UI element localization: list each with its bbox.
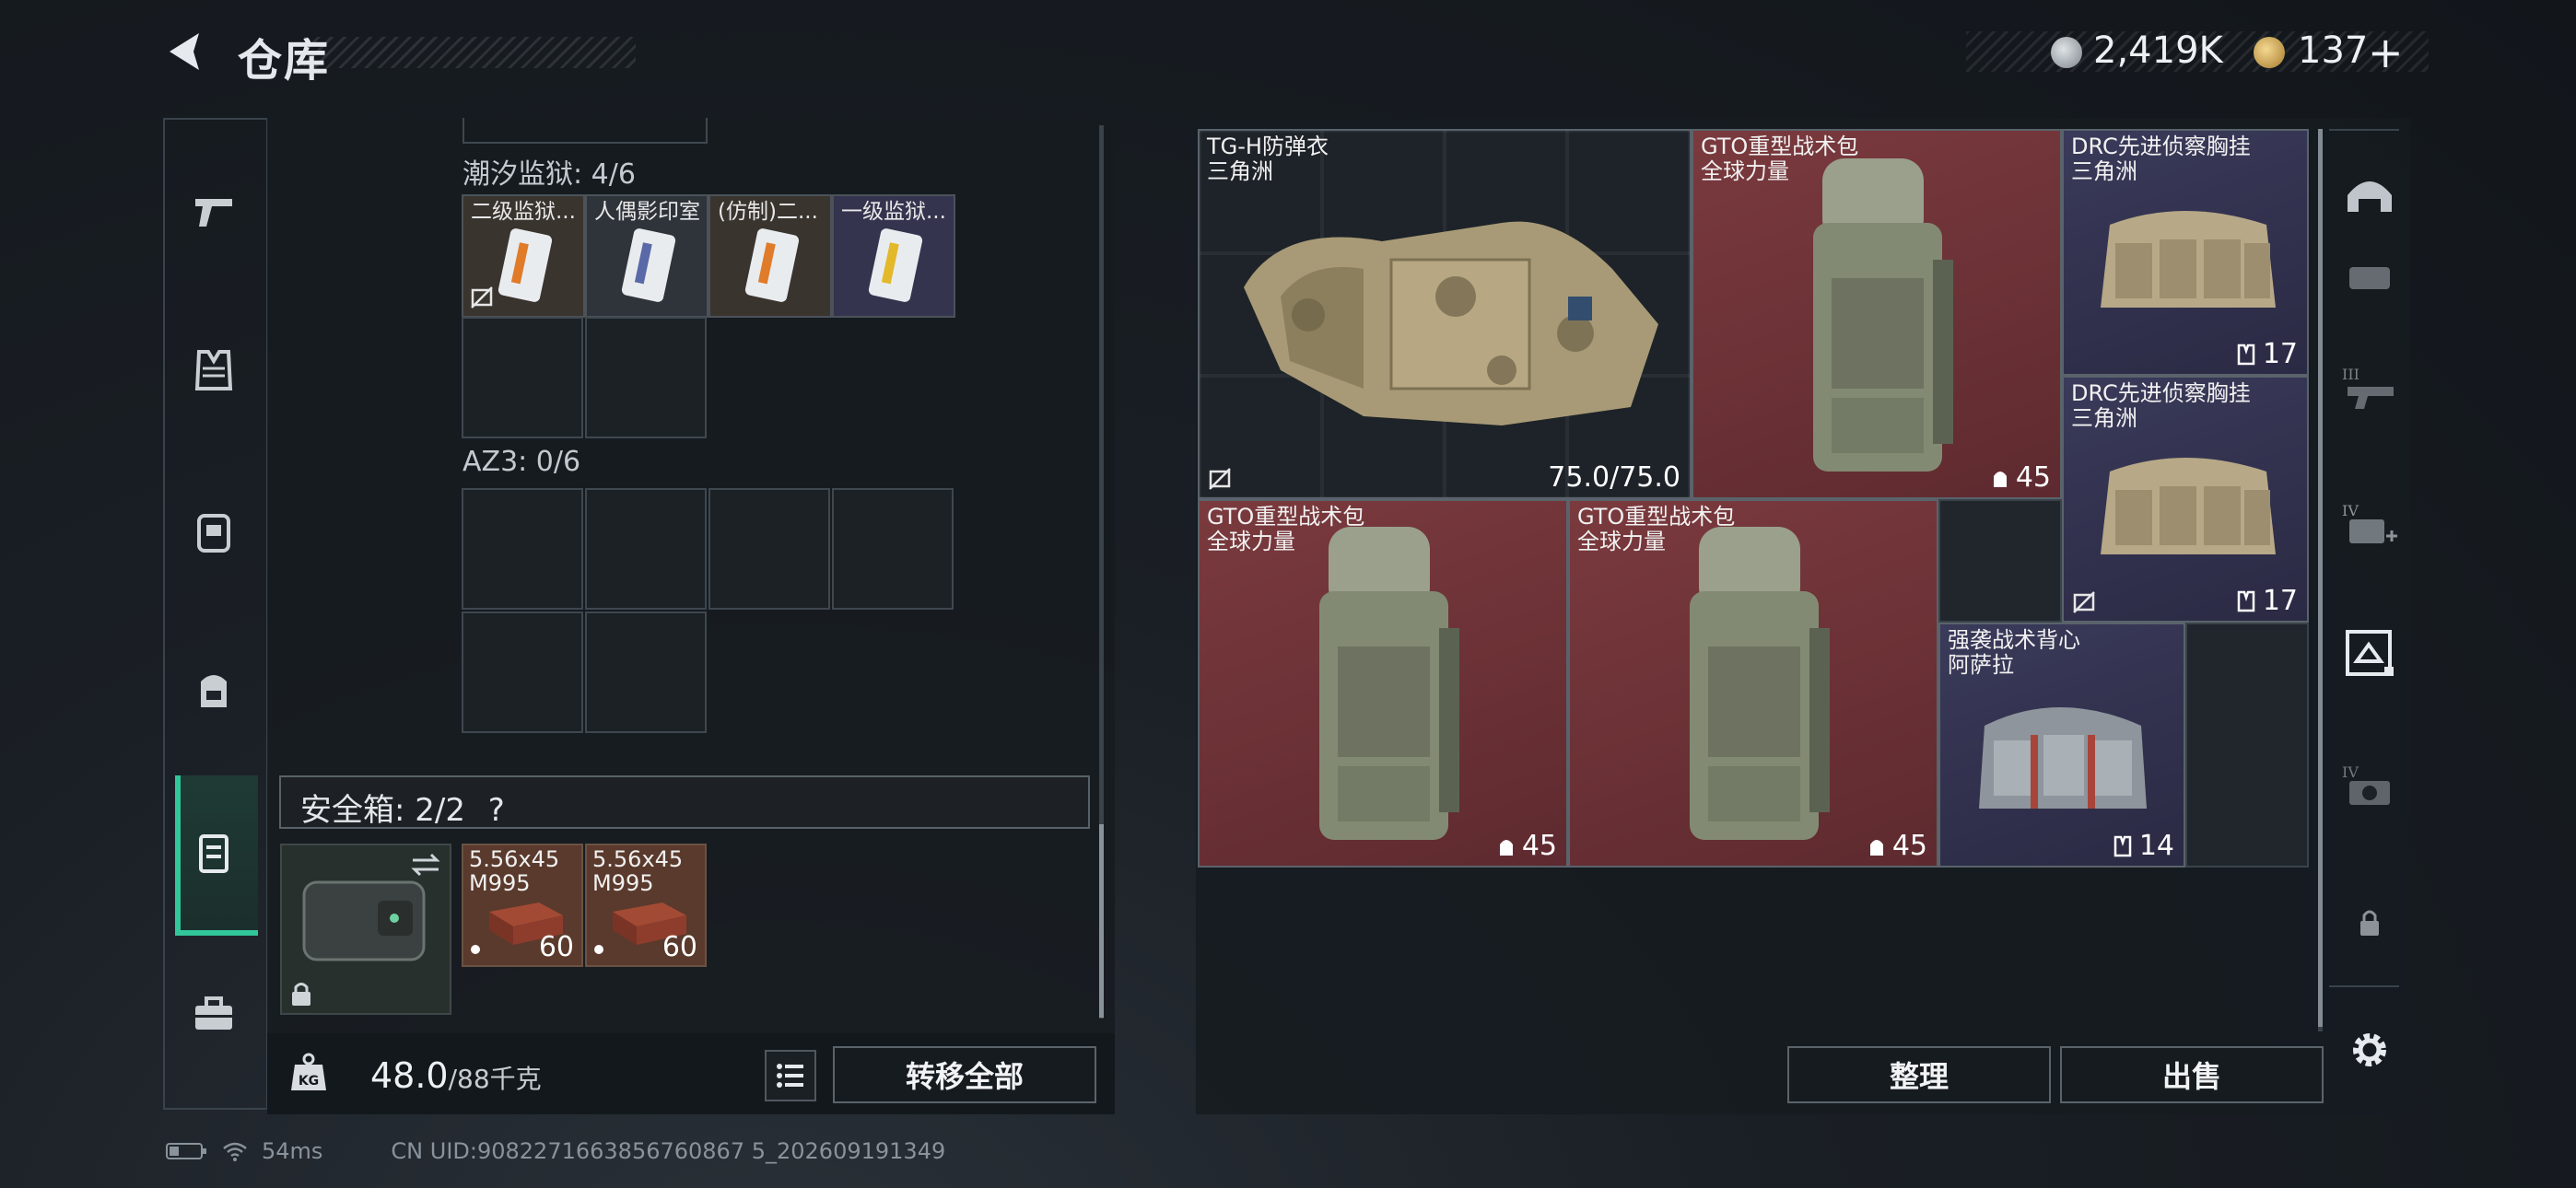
svg-text:KG: KG [299,1074,319,1089]
empty-slot[interactable] [832,488,954,610]
sell-button[interactable]: 出售 [2060,1046,2324,1103]
backpack-icon [1690,527,1830,840]
item-card-keycard-3[interactable]: (仿制)二... [708,194,832,318]
battery-icon [166,1143,206,1159]
secure-case-slot[interactable] [280,844,451,1015]
empty-slot[interactable] [462,611,583,733]
container-label-az3: AZ3: 0/6 [463,446,581,478]
silver-amount: 2,419K [2093,29,2223,72]
right-scrollbar-thumb[interactable] [2318,129,2323,1027]
swap-icon[interactable] [409,851,442,879]
user-uid: CN UID:9082271663856760867 5_20260919134… [391,1138,946,1164]
right-nav-top-line [2329,129,2399,131]
transfer-all-button[interactable]: 转移全部 [833,1046,1096,1103]
stash-item-backpack[interactable]: GTO重型战术包 全球力量 45 [1568,499,1938,868]
chest-rig-icon [2101,211,2276,308]
empty-slot[interactable] [2185,623,2309,868]
svg-text:III: III [2342,366,2359,383]
rarity-dot [594,945,603,954]
help-button[interactable]: ? [488,792,505,829]
capacity-icon [1993,471,2007,487]
gold-amount: 137 [2298,29,2369,72]
capacity-icon [2237,590,2255,611]
empty-slot[interactable] [462,488,583,610]
stash-item-backpack[interactable]: GTO重型战术包 全球力量 45 [1198,499,1568,868]
title-stripe [304,37,636,68]
capacity-icon [1499,839,1513,856]
item-card-keycard-4[interactable]: 一级监狱... [832,194,955,318]
empty-slot[interactable] [462,317,583,438]
settings-icon[interactable] [2340,1020,2399,1079]
backpack-icon [1319,527,1459,840]
status-bar: 54ms CN UID:9082271663856760867 5_202609… [166,1138,945,1164]
chest-rig-icon[interactable] [190,508,238,556]
svg-text:IV: IV [2342,763,2359,781]
wifi-icon [223,1142,247,1161]
add-currency-button[interactable]: + [2368,28,2404,77]
right-nav-bottom-line [2329,985,2399,987]
keycard-icon [621,228,676,302]
empty-slot[interactable] [585,488,707,610]
no-transfer-icon [2073,591,2095,613]
empty-slot[interactable] [1938,499,2062,623]
svg-text:IV: IV [2342,502,2359,519]
stash-item-vest[interactable]: 强袭战术背心 阿萨拉 14 [1938,623,2185,868]
secure-case-icon[interactable] [190,829,238,877]
tactical-vest-icon [1979,707,2147,809]
body-armor-icon [1244,221,1658,425]
previous-container-edge [463,118,708,144]
no-transfer-icon [1209,468,1231,490]
rarity-dot [471,945,480,954]
empty-slot[interactable] [708,488,830,610]
keycard-icon [744,228,800,302]
toolbox-icon[interactable] [190,991,238,1039]
backpack-icon [1813,158,1953,472]
selected-gallery-icon[interactable] [2340,624,2399,683]
capacity-icon [1869,839,1883,856]
item-card-keycard-1[interactable]: 二级监狱... [462,194,585,318]
weight-value: 48.0/88千克 [370,1055,542,1096]
keycard-icon [868,228,923,302]
no-transfer-icon [471,286,493,309]
empty-slot[interactable] [585,611,707,733]
ammo-card[interactable]: 5.56x45 M995 60 [462,844,583,967]
lock-icon [292,983,310,1006]
lock-icon [2360,910,2379,936]
item-card-keycard-2[interactable]: 人偶影印室 [585,194,708,318]
ammo-card[interactable]: 5.56x45 M995 60 [585,844,707,967]
stash-item-armor[interactable]: TG-H防弹衣 三角洲 75.0/75.0 [1198,129,1692,499]
stash-item-chest-rig[interactable]: DRC先进侦察胸挂 三角洲 17 [2062,376,2309,623]
left-category-nav [163,118,268,1110]
silver-coin-icon [2051,37,2082,68]
capacity-icon [2113,835,2132,856]
ping-readout: 54ms [262,1138,323,1164]
list-icon [777,1064,803,1088]
back-arrow-icon[interactable] [162,28,210,76]
stash-item-chest-rig[interactable]: DRC先进侦察胸挂 三角洲 17 [2062,129,2309,376]
secure-case-icon [302,880,426,961]
tier-iii-weapon-icon[interactable]: III [2340,359,2399,418]
capacity-icon [2237,344,2255,365]
armor-icon[interactable] [190,346,238,394]
secure-box-label: 安全箱: 2/2 ? [300,792,505,829]
tier-iv-med-icon[interactable]: IV [2340,495,2399,554]
tier-iv-gear-icon[interactable]: IV [2340,757,2399,816]
gold-coin-icon [2254,37,2285,68]
page-title: 仓库 [238,35,331,87]
right-category-nav: III IV IV [2329,118,2410,1114]
stash-item-backpack[interactable]: GTO重型战术包 全球力量 45 [1692,129,2062,499]
keycard-icon [498,228,553,302]
pistol-icon[interactable] [190,188,238,236]
tier-i-rig-icon[interactable] [2340,243,2399,302]
empty-slot[interactable] [585,317,707,438]
weight-kg-icon: KG [291,1053,326,1090]
left-scrollbar-thumb[interactable] [1099,824,1104,1018]
list-view-button[interactable] [765,1050,816,1101]
backpack-icon[interactable] [190,665,238,713]
sort-button[interactable]: 整理 [1787,1046,2051,1103]
container-label-prison: 潮汐监狱: 4/6 [463,158,636,191]
chest-rig-icon [2101,458,2276,554]
helmet-icon[interactable] [2340,168,2399,227]
